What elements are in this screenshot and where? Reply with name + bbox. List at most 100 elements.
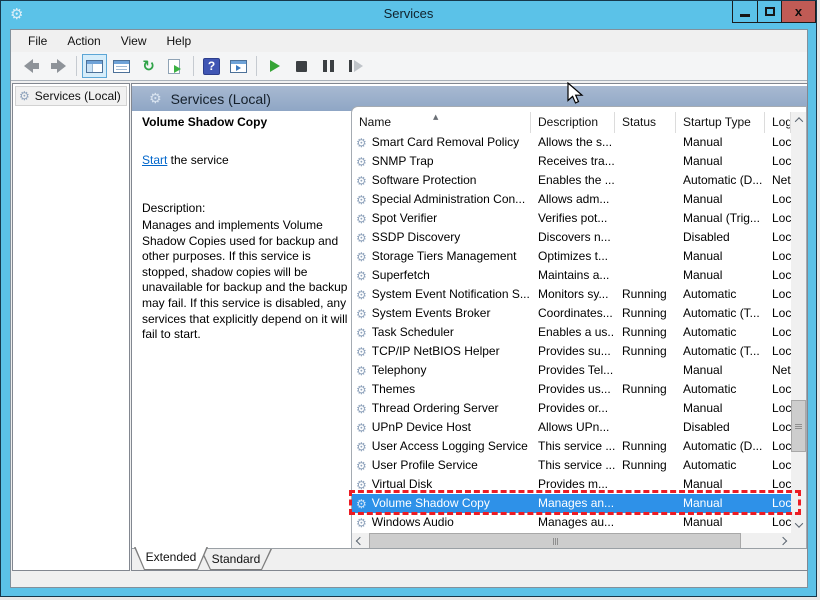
vertical-scrollbar-thumb[interactable] [791, 400, 806, 452]
service-gear-icon: ⚙ [356, 251, 367, 263]
service-status [615, 494, 676, 513]
service-row[interactable]: ⚙Software ProtectionEnables the ...Autom… [352, 171, 791, 190]
menu-file[interactable]: File [18, 30, 57, 52]
service-status [615, 361, 676, 380]
horizontal-scrollbar[interactable] [352, 533, 791, 549]
service-row[interactable]: ⚙System Event Notification S...Monitors … [352, 285, 791, 304]
service-row[interactable]: ⚙Task SchedulerEnables a us...RunningAut… [352, 323, 791, 342]
service-description: Manages au... [531, 513, 615, 532]
service-logon-as: Loc... [765, 418, 791, 437]
start-service-link[interactable]: Start [142, 153, 167, 167]
service-row[interactable]: ⚙Windows AudioManages au...ManualLoc... [352, 513, 791, 532]
tab-standard[interactable]: Standard [200, 549, 272, 570]
service-startup-type: Manual [676, 133, 765, 152]
service-startup-type: Automatic [676, 323, 765, 342]
service-logon-as: Loc... [765, 209, 791, 228]
service-row[interactable]: ⚙UPnP Device HostAllows UPn...DisabledLo… [352, 418, 791, 437]
close-button[interactable]: x [781, 1, 815, 22]
help-button[interactable]: ? [199, 54, 224, 78]
service-gear-icon: ⚙ [356, 365, 367, 377]
horizontal-scrollbar-thumb[interactable] [369, 533, 741, 549]
service-row[interactable]: ⚙SSDP DiscoveryDiscovers n...DisabledLoc… [352, 228, 791, 247]
tree-item-services-local[interactable]: ⚙ Services (Local) [15, 86, 127, 106]
column-header-status[interactable]: Status [615, 112, 676, 133]
service-row[interactable]: ⚙User Profile ServiceThis service ...Run… [352, 456, 791, 475]
export-list-button[interactable] [163, 54, 188, 78]
chevron-down-icon [794, 519, 802, 527]
column-header-description[interactable]: Description [531, 112, 615, 133]
restart-service-button[interactable] [343, 54, 368, 78]
forward-button[interactable] [46, 54, 71, 78]
service-row[interactable]: ⚙Smart Card Removal PolicyAllows the s..… [352, 133, 791, 152]
service-gear-icon: ⚙ [356, 137, 367, 149]
service-row[interactable]: ⚙SuperfetchMaintains a...ManualLoc... [352, 266, 791, 285]
service-row[interactable]: ⚙Storage Tiers ManagementOptimizes t...M… [352, 247, 791, 266]
properties-button[interactable] [109, 54, 134, 78]
service-description: Enables a us... [531, 323, 615, 342]
service-status [615, 418, 676, 437]
console-tree-icon [86, 60, 103, 73]
service-row[interactable]: ⚙System Events BrokerCoordinates...Runni… [352, 304, 791, 323]
window-body: File Action View Help ↻ ? ⚙ Servic [10, 29, 808, 588]
menu-action[interactable]: Action [57, 30, 110, 52]
service-description: Verifies pot... [531, 209, 615, 228]
scroll-up-button[interactable] [791, 112, 806, 128]
service-logon-as: Loc... [765, 342, 791, 361]
menu-help[interactable]: Help [157, 30, 202, 52]
scroll-down-button[interactable] [791, 517, 806, 533]
service-row[interactable]: ⚙TelephonyProvides Tel...ManualNet... [352, 361, 791, 380]
service-row[interactable]: ⚙TCP/IP NetBIOS HelperProvides su...Runn… [352, 342, 791, 361]
column-header-log-on-as[interactable]: Log On As [765, 112, 791, 133]
back-button[interactable] [19, 54, 44, 78]
action-pane-toggle-button[interactable] [226, 54, 251, 78]
service-name: Smart Card Removal Policy [372, 133, 519, 152]
pause-service-button[interactable] [316, 54, 341, 78]
menu-view[interactable]: View [111, 30, 157, 52]
maximize-icon [765, 7, 775, 16]
service-status [615, 513, 676, 532]
column-header-startup-type[interactable]: Startup Type [676, 112, 765, 133]
tab-extended[interactable]: Extended [134, 547, 208, 570]
service-row[interactable]: ⚙User Access Logging ServiceThis service… [352, 437, 791, 456]
service-name: User Profile Service [372, 456, 478, 475]
stop-service-button[interactable] [289, 54, 314, 78]
column-header-name[interactable]: Name [352, 112, 531, 133]
scroll-left-button[interactable] [352, 533, 368, 549]
service-row[interactable]: ⚙ThemesProvides us...RunningAutomaticLoc… [352, 380, 791, 399]
service-description: Receives tra... [531, 152, 615, 171]
service-row[interactable]: ⚙Virtual DiskProvides m...ManualLoc... [352, 475, 791, 494]
minimize-button[interactable] [733, 1, 757, 22]
service-status: Running [615, 304, 676, 323]
tab-extended-label: Extended [134, 550, 208, 564]
start-service-button[interactable] [262, 54, 287, 78]
extended-view-pane: ⚙ Services (Local) Volume Shadow Copy St… [131, 83, 808, 571]
table-rows: ⚙Smart Card Removal PolicyAllows the s..… [352, 133, 791, 533]
close-icon: x [795, 5, 802, 18]
console-tree-toggle-button[interactable] [82, 54, 107, 78]
service-startup-type: Automatic (D... [676, 437, 765, 456]
maximize-button[interactable] [757, 1, 781, 22]
service-name: Software Protection [372, 171, 477, 190]
service-logon-as: Loc... [765, 266, 791, 285]
description-label: Description: [142, 201, 348, 215]
scrollbar-corner [791, 533, 806, 549]
service-startup-type: Manual [676, 361, 765, 380]
refresh-button[interactable]: ↻ [136, 54, 161, 78]
service-row[interactable]: ⚙Thread Ordering ServerProvides or...Man… [352, 399, 791, 418]
service-logon-as: Loc... [765, 456, 791, 475]
service-logon-as: Loc... [765, 133, 791, 152]
vertical-scrollbar[interactable] [791, 112, 806, 533]
service-row[interactable]: ⚙Spot VerifierVerifies pot...Manual (Tri… [352, 209, 791, 228]
service-row[interactable]: ⚙SNMP TrapReceives tra...ManualLoc... [352, 152, 791, 171]
service-row[interactable]: ⚙Special Administration Con...Allows adm… [352, 190, 791, 209]
service-description: This service ... [531, 437, 615, 456]
service-logon-as: Loc... [765, 247, 791, 266]
window-controls: x [732, 1, 816, 23]
pause-service-icon [323, 60, 334, 72]
service-name: Special Administration Con... [372, 190, 525, 209]
service-row[interactable]: ⚙Volume Shadow CopyManages an...ManualLo… [352, 494, 791, 513]
scroll-right-button[interactable] [775, 533, 791, 549]
service-gear-icon: ⚙ [356, 346, 367, 358]
toolbar: ↻ ? [11, 52, 807, 81]
properties-icon [113, 60, 130, 73]
